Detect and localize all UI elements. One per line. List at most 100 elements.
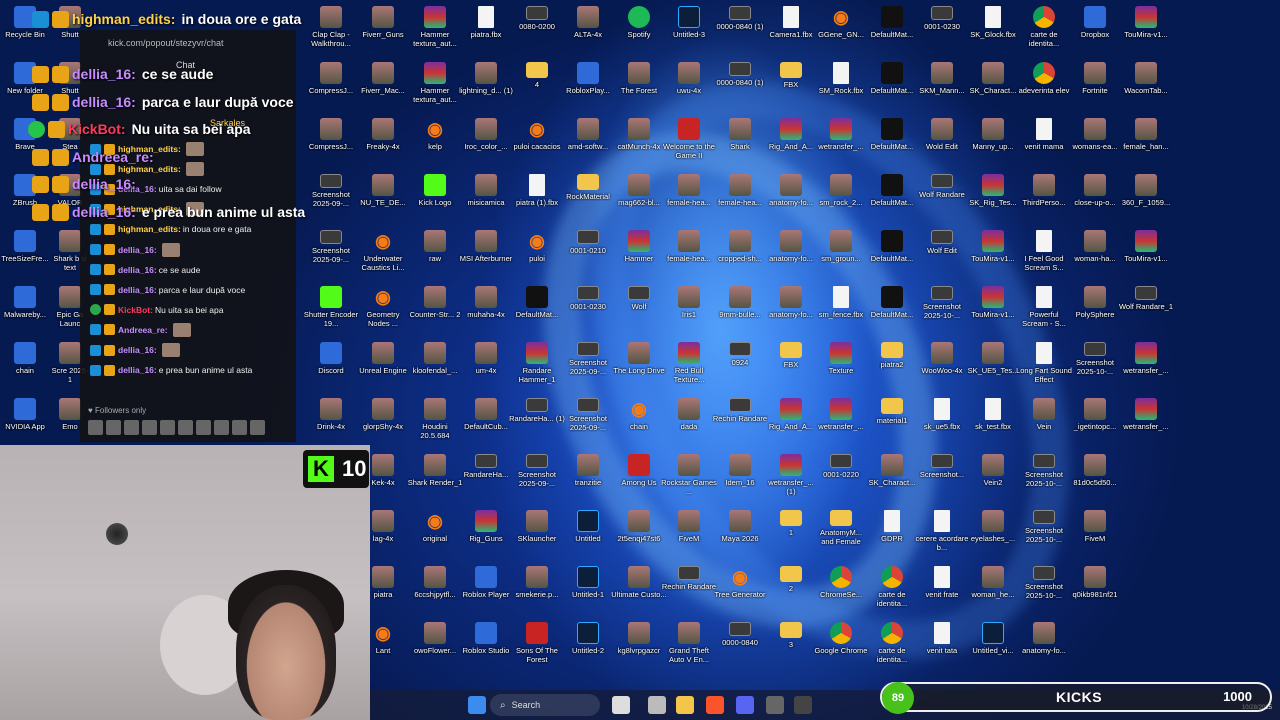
- desktop-icon[interactable]: SKlauncher: [510, 506, 564, 562]
- desktop-icon[interactable]: 1: [764, 506, 818, 562]
- desktop-icon[interactable]: DefaultMat...: [510, 282, 564, 338]
- desktop-icon[interactable]: Dropbox: [1068, 2, 1122, 58]
- desktop-icon[interactable]: q0ikb981nf21: [1068, 562, 1122, 618]
- desktop-icon[interactable]: 0000-0840 (1): [713, 58, 767, 114]
- desktop-icon[interactable]: DefaultMat...: [865, 114, 919, 170]
- desktop-icon[interactable]: ChromeSe...: [814, 562, 868, 618]
- desktop-icon[interactable]: sm_fence.fbx: [814, 282, 868, 338]
- chat-username[interactable]: highman_edits:: [118, 224, 181, 234]
- desktop-icon[interactable]: carte de identita...: [865, 562, 919, 618]
- desktop-icon[interactable]: Unreal Engine: [356, 338, 410, 394]
- desktop-icon[interactable]: Screenshot 2025-09-...: [510, 450, 564, 506]
- emote-icon[interactable]: [232, 420, 247, 435]
- desktop-icon[interactable]: piatra (1).fbx: [510, 170, 564, 226]
- desktop-icon[interactable]: Malwareby...: [2, 282, 48, 319]
- desktop-icon[interactable]: DefaultMat...: [865, 2, 919, 58]
- desktop-icon[interactable]: Iroc_color_...: [459, 114, 513, 170]
- emote-icon[interactable]: [142, 420, 157, 435]
- desktop-icon[interactable]: sk_test.fbx: [966, 394, 1020, 450]
- desktop-icon[interactable]: female_han...: [1119, 114, 1173, 170]
- desktop-icon[interactable]: ◉ kelp: [408, 114, 462, 170]
- desktop-icon[interactable]: 6ccshjpytfl...: [408, 562, 462, 618]
- desktop-icon[interactable]: FiveM: [1068, 506, 1122, 562]
- desktop-icon[interactable]: Spotify: [612, 2, 666, 58]
- desktop-icon[interactable]: Wolf Randare_1: [1119, 282, 1173, 338]
- desktop-icon[interactable]: anatomy-fo...: [764, 226, 818, 282]
- desktop-icon[interactable]: Screenshot 2025-10-...: [1017, 506, 1071, 562]
- desktop-icon[interactable]: Iris1: [662, 282, 716, 338]
- desktop-icon[interactable]: anatomy-fo...: [1017, 618, 1071, 674]
- desktop-icon[interactable]: wetransfer_...: [1119, 394, 1173, 450]
- desktop-icon[interactable]: Screenshot 2025-10-...: [1068, 338, 1122, 394]
- desktop-icon[interactable]: Rig_Guns: [459, 506, 513, 562]
- emote-icon[interactable]: [88, 420, 103, 435]
- desktop-icon[interactable]: 0924: [713, 338, 767, 394]
- desktop-icon[interactable]: Red Bull Texture...: [662, 338, 716, 394]
- desktop-icon[interactable]: Rig_And_A...: [764, 114, 818, 170]
- chat-username[interactable]: Andreea_re:: [118, 325, 168, 335]
- desktop-icon[interactable]: Fiverr_Guns: [356, 2, 410, 58]
- desktop-icon[interactable]: wetransfer_...: [1119, 338, 1173, 394]
- desktop-icon[interactable]: smekerie.p...: [510, 562, 564, 618]
- desktop-icon[interactable]: anatomy-fo...: [764, 282, 818, 338]
- desktop-icon[interactable]: amd-softw...: [561, 114, 615, 170]
- desktop-icon[interactable]: venit tata: [915, 618, 969, 674]
- app-icon[interactable]: [794, 696, 812, 714]
- desktop-icon[interactable]: Shark Render_1: [408, 450, 462, 506]
- desktop-icon[interactable]: Freaky-4x: [356, 114, 410, 170]
- desktop-icon[interactable]: NU_TE_DE...: [356, 170, 410, 226]
- desktop-icon[interactable]: Screenshot 2025-10-...: [1017, 562, 1071, 618]
- emote-icon[interactable]: [214, 420, 229, 435]
- desktop-icon[interactable]: ◉ Underwater Caustics Li...: [356, 226, 410, 282]
- desktop-icon[interactable]: sm_rock_2...: [814, 170, 868, 226]
- desktop-icon[interactable]: Roblox Studio: [459, 618, 513, 674]
- desktop-icon[interactable]: SK_Charact...: [966, 58, 1020, 114]
- desktop-icon[interactable]: PolySphere: [1068, 282, 1122, 338]
- desktop-icon[interactable]: SK_Rig_Tes...: [966, 170, 1020, 226]
- obs-icon[interactable]: [766, 696, 784, 714]
- desktop-icon[interactable]: WooWoo-4x: [915, 338, 969, 394]
- desktop-icon[interactable]: 0001-0210: [561, 226, 615, 282]
- desktop-icon[interactable]: wetransfer_...: [814, 114, 868, 170]
- desktop-icon[interactable]: Roblox Player: [459, 562, 513, 618]
- desktop-icon[interactable]: woman_he...: [966, 562, 1020, 618]
- desktop-icon[interactable]: Sons Of The Forest: [510, 618, 564, 674]
- desktop-icon[interactable]: RandareHa... (1): [509, 394, 565, 450]
- desktop-icon[interactable]: CompressJ...: [304, 58, 358, 114]
- chat-username[interactable]: dellia_16:: [118, 345, 157, 355]
- desktop-icon[interactable]: ◉ original: [408, 506, 462, 562]
- desktop-icon[interactable]: Screenshot 2025-09-...: [304, 170, 358, 226]
- chat-username[interactable]: dellia_16:: [118, 265, 157, 275]
- desktop-icon[interactable]: 0001-0220: [814, 450, 868, 506]
- desktop-icon[interactable]: Rechin Randare: [713, 394, 767, 450]
- desktop-icon[interactable]: SKM_Mann...: [915, 58, 969, 114]
- desktop-icon[interactable]: raw: [408, 226, 462, 282]
- desktop-icon[interactable]: DefaultMat...: [865, 170, 919, 226]
- chat-username[interactable]: KickBot:: [118, 305, 153, 315]
- desktop-icon[interactable]: eyelashes_...: [966, 506, 1020, 562]
- desktop-icon[interactable]: ◉ puloi cacacios: [510, 114, 564, 170]
- desktop-icon[interactable]: SM_Rock.fbx: [814, 58, 868, 114]
- desktop-icon[interactable]: 0000-0840: [713, 618, 767, 674]
- desktop-icon[interactable]: wetransfer_... (1): [764, 450, 818, 506]
- desktop-icon[interactable]: Screenshot 2025-10-...: [1017, 450, 1071, 506]
- desktop-icon[interactable]: Vein2: [966, 450, 1020, 506]
- desktop-icon[interactable]: SK_Glock.fbx: [966, 2, 1020, 58]
- desktop-icon[interactable]: Randare Hammer_1: [510, 338, 564, 394]
- desktop-icon[interactable]: ALTA-4x: [561, 2, 615, 58]
- desktop-icon[interactable]: Screenshot...: [915, 450, 969, 506]
- desktop-icon[interactable]: Discord: [304, 338, 358, 394]
- desktop-icon[interactable]: MSI Afterburner: [459, 226, 513, 282]
- desktop-icon[interactable]: ◉ Geometry Nodes ...: [356, 282, 410, 338]
- desktop-icon[interactable]: Wolf Edit: [915, 226, 969, 282]
- desktop-icon[interactable]: wetransfer_...: [814, 394, 868, 450]
- desktop-icon[interactable]: Untitled: [561, 506, 615, 562]
- desktop-icon[interactable]: 9mm-bulle...: [713, 282, 767, 338]
- desktop-icon[interactable]: 360_F_1059...: [1119, 170, 1173, 226]
- desktop-icon[interactable]: FBX: [764, 338, 818, 394]
- desktop-icon[interactable]: RandareHa...: [459, 450, 513, 506]
- desktop-icon[interactable]: Screenshot 2025-10-...: [915, 282, 969, 338]
- desktop-icon[interactable]: sm_groun...: [814, 226, 868, 282]
- desktop-icon[interactable]: female-hea...: [713, 170, 767, 226]
- emote-icon[interactable]: [178, 420, 193, 435]
